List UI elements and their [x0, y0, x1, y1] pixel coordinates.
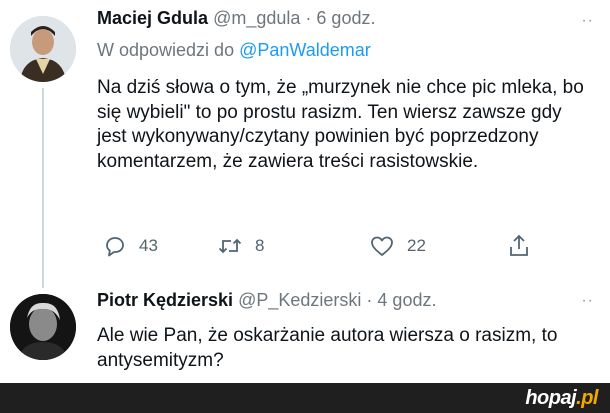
avatar-maciej-gdula[interactable] — [10, 16, 76, 82]
retweet-icon — [218, 238, 242, 254]
reply-mention-link[interactable]: @PanWaldemar — [239, 40, 371, 60]
tweet2-text: Ale wie Pan, że oskarżanie autora wiersz… — [97, 325, 558, 371]
share-button[interactable] — [507, 232, 531, 260]
thread-connector-line — [42, 88, 44, 288]
retweet-button[interactable]: 8 — [217, 232, 264, 260]
tweet2-header: Piotr Kędzierski @P_Kedzierski · 4 godz. — [97, 290, 436, 311]
tweet1-more-options-icon[interactable]: ·· — [581, 12, 594, 30]
avatar-piotr-kedzierski[interactable] — [10, 294, 76, 360]
reply-prefix: W odpowiedzi do — [97, 40, 235, 60]
tweet1-author-handle[interactable]: @m_gdula — [213, 8, 300, 28]
like-button[interactable]: 22 — [369, 232, 426, 260]
reply-count: 43 — [139, 236, 158, 255]
share-icon — [510, 234, 528, 256]
tweet2-author-handle[interactable]: @P_Kedzierski — [238, 290, 361, 310]
tweet1-action-bar: 43 8 22 — [97, 232, 547, 260]
reply-icon — [106, 237, 124, 257]
tweet1-header: Maciej Gdula @m_gdula · 6 godz. — [97, 8, 375, 29]
hopaj-logo: hopaj.pl — [525, 387, 598, 410]
tweet1-timestamp[interactable]: 6 godz. — [316, 8, 375, 28]
tweet1-reply-context: W odpowiedzi do @PanWaldemar — [97, 40, 371, 61]
tweet1-text: Na dziś słowa o tym, że „murzynek nie ch… — [97, 77, 584, 172]
tweet2-author-name[interactable]: Piotr Kędzierski — [97, 290, 233, 310]
retweet-count: 8 — [255, 236, 265, 255]
tweet2-timestamp[interactable]: 4 godz. — [377, 290, 436, 310]
heart-icon — [371, 236, 393, 256]
like-count: 22 — [407, 236, 426, 255]
tweet1-author-name[interactable]: Maciej Gdula — [97, 8, 208, 28]
reply-button[interactable]: 43 — [103, 232, 158, 260]
tweet2-more-options-icon[interactable]: ·· — [581, 292, 594, 310]
tweet2-separator: · — [366, 290, 373, 310]
logo-brand: hopaj — [525, 387, 577, 409]
logo-tld: .pl — [576, 387, 598, 409]
watermark-bar: hopaj.pl — [0, 383, 610, 413]
tweet1-separator: · — [305, 8, 312, 28]
